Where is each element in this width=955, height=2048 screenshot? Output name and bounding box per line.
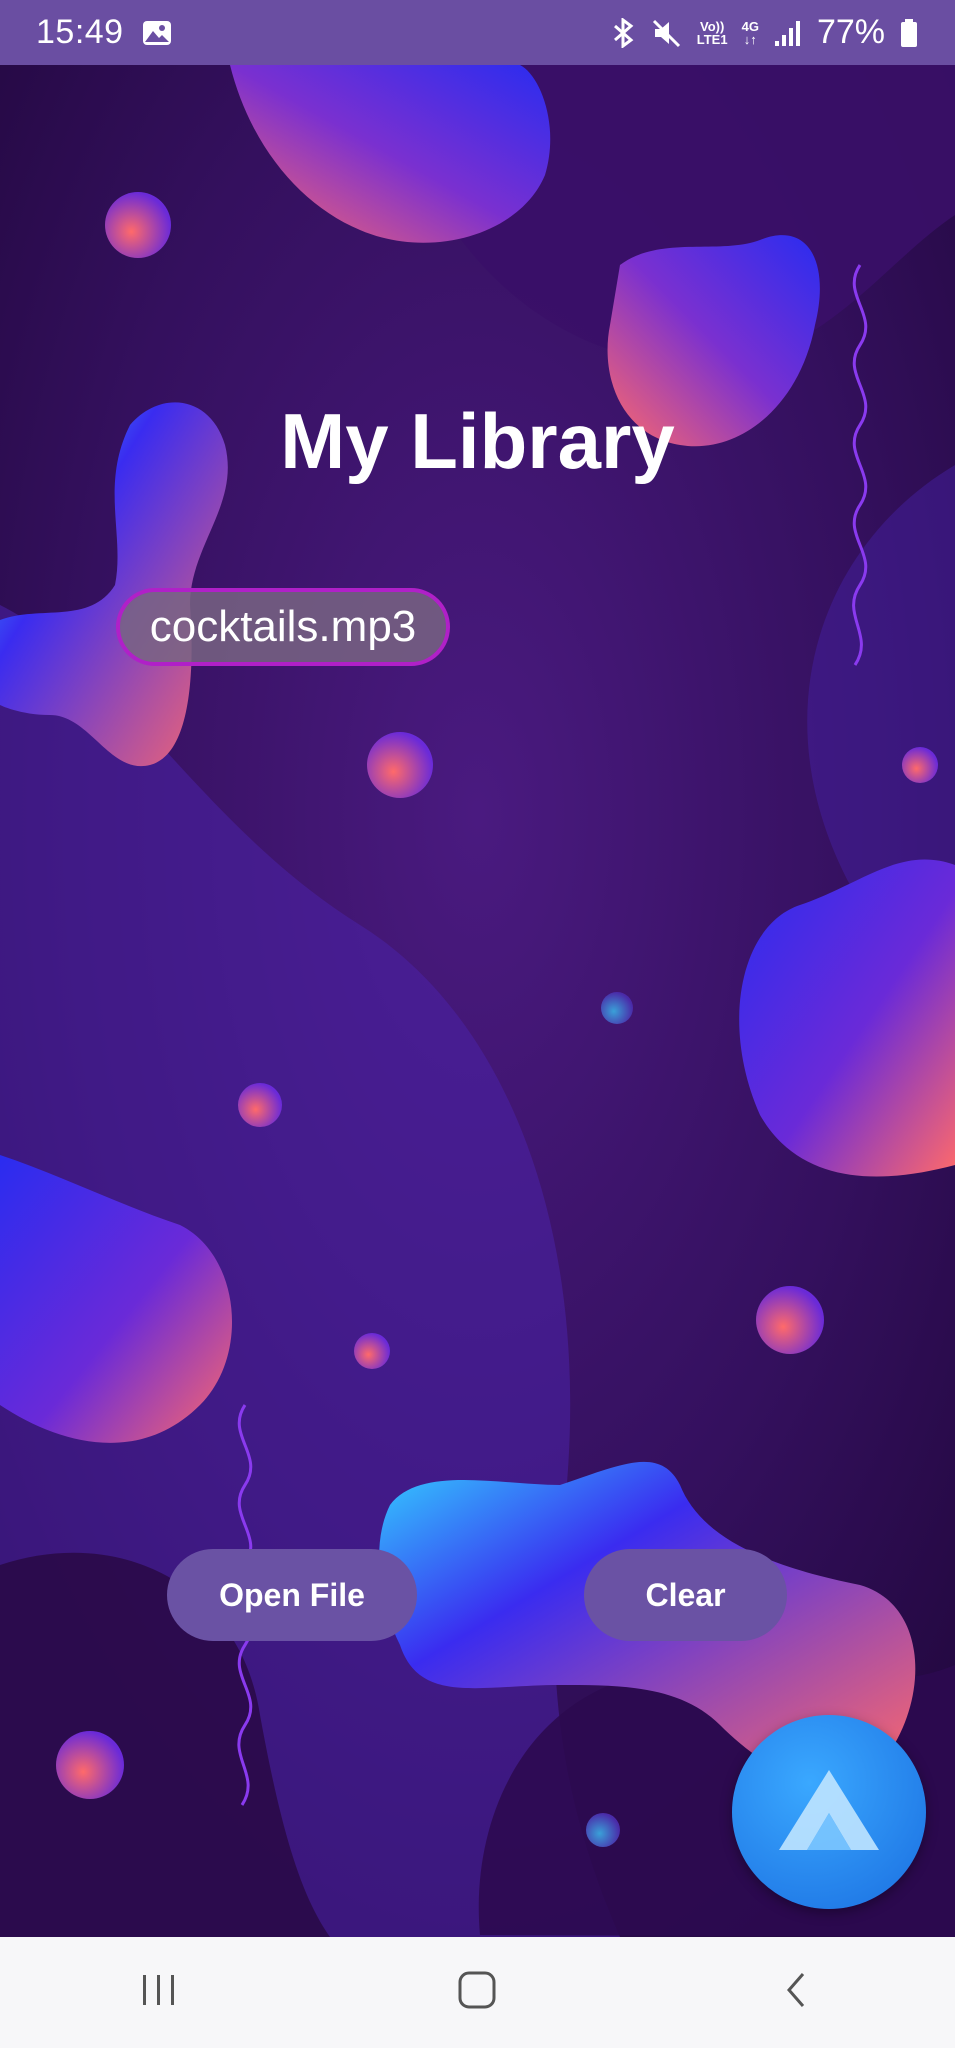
status-time: 15:49	[36, 13, 124, 51]
lte-label: LTE1	[696, 31, 728, 47]
arrows-glyph: ↓↑	[743, 31, 757, 47]
navigation-bar	[0, 1937, 955, 2048]
recent-apps-button[interactable]	[99, 1953, 219, 2033]
page-title: My Library	[280, 397, 675, 485]
status-icons: Vo)) LTE1 4G ↓↑ 77%	[611, 13, 919, 52]
battery-icon	[899, 18, 919, 48]
floating-action-button[interactable]	[732, 1715, 926, 1909]
signal-icon	[773, 19, 803, 47]
network-label: 4G	[741, 18, 759, 34]
4g-icon: 4G ↓↑	[742, 20, 759, 46]
status-bar: 15:49 Vo)) LTE1 4G ↓↑ 77%	[0, 0, 955, 65]
wallpaper-background	[0, 65, 955, 1937]
recent-apps-icon	[139, 1972, 179, 2013]
bluetooth-icon	[611, 17, 637, 48]
volte-icon: Vo)) LTE1	[697, 20, 728, 46]
home-icon	[457, 1970, 497, 2015]
open-file-button[interactable]: Open File	[167, 1549, 417, 1641]
back-icon	[781, 1970, 811, 2015]
volte-label: Vo))	[700, 18, 725, 34]
selected-file-chip[interactable]: cocktails.mp3	[116, 588, 450, 666]
mute-icon	[651, 18, 683, 48]
app-logo-icon	[769, 1765, 889, 1860]
clear-button[interactable]: Clear	[584, 1549, 787, 1641]
gallery-icon	[142, 20, 172, 46]
battery-percent: 77%	[816, 13, 885, 51]
back-button[interactable]	[736, 1953, 856, 2033]
home-button[interactable]	[417, 1953, 537, 2033]
